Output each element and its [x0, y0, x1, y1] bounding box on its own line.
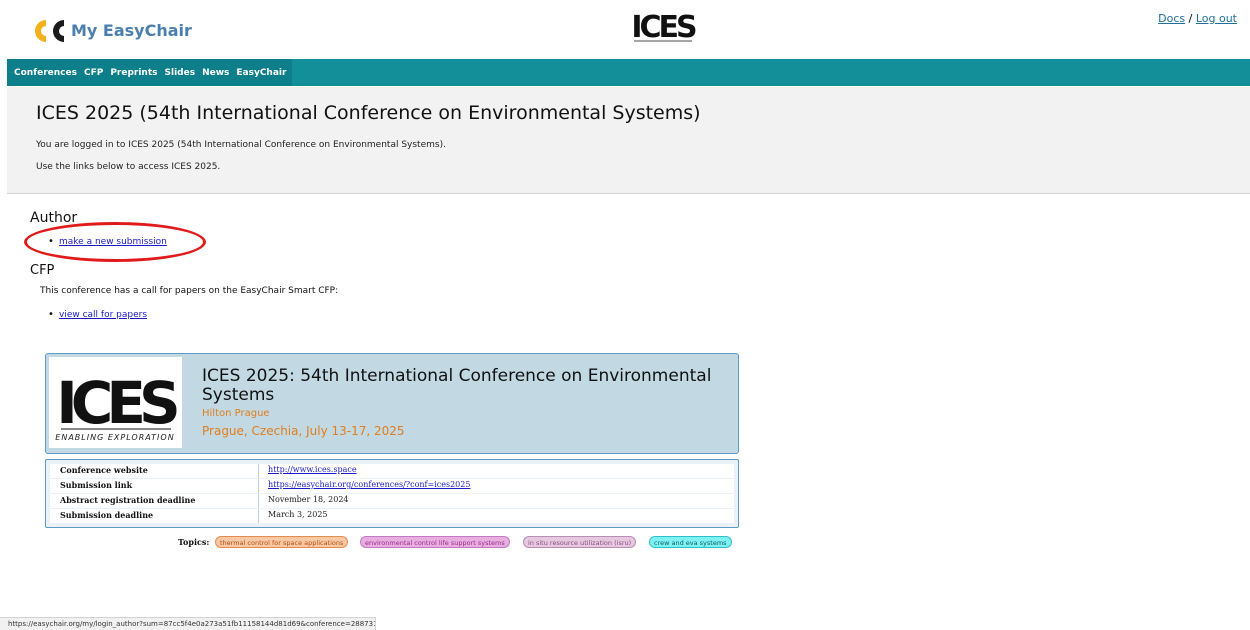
row-label: Abstract registration deadline [60, 495, 196, 505]
cell-divider [258, 494, 259, 508]
topics-label: Topics: [178, 537, 210, 547]
cfp-heading: CFP [30, 263, 55, 278]
tab-news[interactable]: News [202, 68, 229, 78]
status-bar-url: https://easychair.org/my/login_author?su… [0, 617, 376, 630]
easychair-logo-icon[interactable] [24, 18, 68, 44]
ices-logo-icon: ICES [631, 10, 698, 45]
table-row: Submission deadline March 3, 2025 [50, 509, 734, 523]
docs-link[interactable]: Docs [1158, 12, 1185, 25]
conference-info-table: Conference website http://www.ices.space… [45, 459, 739, 528]
table-row: Submission link https://easychair.org/co… [50, 479, 734, 493]
nav-tabs: Conferences CFP Preprints Slides News Ea… [7, 59, 293, 86]
conference-location: Prague, Czechia, July 13-17, 2025 [202, 424, 405, 438]
topic-badge[interactable]: environmental control life support syste… [360, 536, 510, 548]
logout-link[interactable]: Log out [1196, 12, 1237, 25]
bullet-icon: • [48, 309, 54, 320]
topic-badge[interactable]: in situ resource utilization (isru) [523, 536, 637, 548]
tab-conferences[interactable]: Conferences [14, 68, 77, 78]
conference-logo: ICES ENABLING EXPLORATION [49, 357, 184, 448]
login-message: You are logged in to ICES 2025 (54th Int… [36, 140, 446, 150]
conference-venue: Hilton Prague [202, 408, 270, 419]
conference-card-title: ICES 2025: 54th International Conference… [202, 366, 712, 405]
status-bar [376, 624, 1250, 630]
tab-cfp[interactable]: CFP [84, 68, 103, 78]
topic-badge[interactable]: thermal control for space applications [215, 536, 349, 548]
table-row: Conference website http://www.ices.space [50, 464, 734, 478]
tab-preprints[interactable]: Preprints [110, 68, 157, 78]
abstract-deadline-value: November 18, 2024 [268, 495, 349, 504]
svg-text:ICES: ICES [56, 369, 177, 437]
ices-logo-large-icon: ICES ENABLING EXPLORATION [55, 369, 184, 442]
submission-deadline-value: March 3, 2025 [268, 510, 328, 519]
view-cfp-link[interactable]: view call for papers [59, 310, 147, 320]
submission-link[interactable]: https://easychair.org/conferences/?conf=… [268, 480, 470, 489]
cell-divider [258, 464, 259, 478]
svg-text:ICES: ICES [631, 10, 696, 45]
top-links: Docs / Log out [1158, 12, 1237, 25]
tab-easychair[interactable]: EasyChair [236, 68, 286, 78]
highlight-ellipse [24, 222, 206, 262]
cell-divider [258, 509, 259, 523]
topic-badge[interactable]: crew and eva systems [649, 536, 732, 548]
cfp-description: This conference has a call for papers on… [40, 286, 339, 296]
row-label: Submission link [60, 480, 133, 490]
row-label: Submission deadline [60, 510, 154, 520]
row-label: Conference website [60, 465, 148, 475]
tab-slides[interactable]: Slides [165, 68, 196, 78]
instructions-text: Use the links below to access ICES 2025. [36, 162, 221, 172]
top-links-separator: / [1188, 12, 1193, 25]
page-title: ICES 2025 (54th International Conference… [36, 102, 701, 124]
top-bar: My EasyChair ICES Docs / Log out [0, 0, 1250, 58]
conference-website-link[interactable]: http://www.ices.space [268, 465, 357, 474]
logo-caption: ENABLING EXPLORATION [55, 433, 174, 442]
app-title[interactable]: My EasyChair [71, 21, 192, 40]
cell-divider [258, 479, 259, 493]
table-row: Abstract registration deadline November … [50, 494, 734, 508]
